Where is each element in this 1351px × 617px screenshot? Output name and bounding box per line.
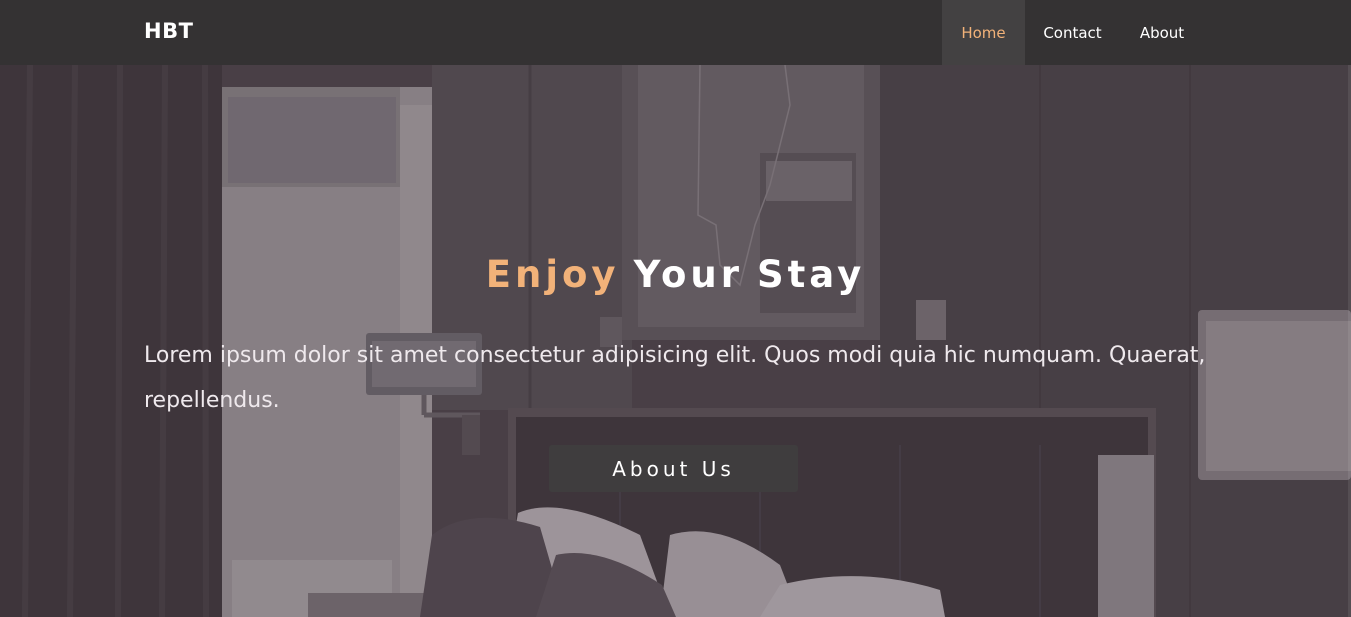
navbar: HBT Home Contact About [0,0,1351,65]
nav-item-contact[interactable]: Contact [1025,0,1120,65]
hero-section: Enjoy Your Stay Lorem ipsum dolor sit amet… [0,65,1351,617]
about-us-button[interactable]: About Us [549,445,798,492]
hero-title-accent: Enjoy [485,253,620,296]
hero-title: Enjoy Your Stay [0,253,1351,296]
hero-title-word-stay: Stay [756,253,866,296]
nav-item-about[interactable]: About [1120,0,1204,65]
hero-title-word-your: Your [633,253,743,296]
nav-menu: Home Contact About [942,0,1204,65]
hero-description: Lorem ipsum dolor sit amet consectetur a… [144,343,1206,413]
nav-item-home[interactable]: Home [942,0,1025,65]
brand-logo[interactable]: HBT [144,19,193,43]
